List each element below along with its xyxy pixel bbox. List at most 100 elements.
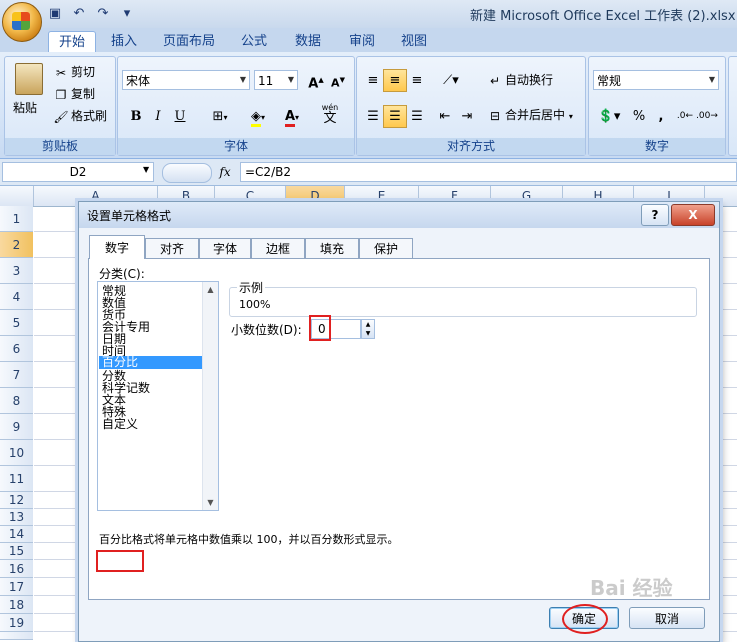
currency-icon[interactable]: 💲▾ — [593, 105, 625, 128]
spin-down-icon[interactable]: ▼ — [366, 330, 371, 337]
phonetic-button[interactable]: wén 文 — [314, 101, 346, 131]
row-header[interactable]: 3 — [0, 258, 33, 284]
row-header[interactable]: 8 — [0, 388, 33, 414]
paste-icon[interactable] — [15, 63, 43, 95]
increase-decimal-icon[interactable]: .0← — [673, 105, 697, 128]
merge-center-button[interactable]: ⊟ 合并后居中 ▾ — [487, 105, 573, 125]
scroll-up-icon[interactable]: ▲ — [203, 282, 218, 297]
chevron-down-icon[interactable]: ▼ — [143, 165, 149, 174]
tab-formulas[interactable]: 公式 — [232, 31, 276, 52]
spin-up-icon[interactable]: ▲ — [366, 321, 371, 328]
align-right-icon[interactable]: ☰ — [405, 105, 429, 128]
underline-button[interactable]: U — [168, 105, 192, 128]
close-button[interactable]: X — [671, 204, 715, 226]
format-painter-button[interactable]: 🖌 格式刷 — [53, 106, 107, 126]
italic-button[interactable]: I — [146, 105, 170, 128]
category-item-selected[interactable]: 百分比 — [99, 356, 205, 369]
merge-icon: ⊟ — [489, 108, 501, 123]
shrink-font-button[interactable]: A▼ — [326, 69, 350, 92]
number-format-combo[interactable]: 常规 ▼ — [593, 70, 719, 90]
row-header[interactable]: 15 — [0, 543, 33, 560]
category-scrollbar[interactable]: ▲ ▼ — [202, 282, 218, 510]
borders-button[interactable]: ⊞▾ — [204, 105, 236, 128]
undo-icon[interactable]: ↶ — [70, 5, 88, 23]
fill-color-button[interactable]: ◈▾ — [242, 105, 274, 128]
bold-button[interactable]: B — [124, 105, 148, 128]
row-header[interactable]: 7 — [0, 362, 33, 388]
row-header[interactable]: 9 — [0, 414, 33, 440]
tab-review[interactable]: 审阅 — [340, 31, 384, 52]
scroll-down-icon[interactable]: ▼ — [203, 495, 218, 510]
decrease-decimal-icon[interactable]: .00→ — [695, 105, 719, 128]
increase-indent-icon[interactable]: ⇥ — [455, 105, 479, 128]
select-all-corner[interactable] — [0, 186, 34, 206]
tab-view[interactable]: 视图 — [392, 31, 436, 52]
paste-button[interactable]: 粘贴 — [13, 99, 37, 116]
row-header[interactable]: 14 — [0, 526, 33, 543]
cancel-button[interactable]: 取消 — [629, 607, 705, 629]
row-header[interactable]: 19 — [0, 614, 33, 632]
copy-button[interactable]: ❐ 复制 — [53, 84, 95, 104]
align-middle-icon[interactable]: ≡ — [383, 69, 407, 92]
row-header[interactable]: 12 — [0, 492, 33, 509]
row-header[interactable]: 11 — [0, 466, 33, 492]
row-header[interactable]: 16 — [0, 560, 33, 578]
tab-home[interactable]: 开始 — [48, 31, 96, 53]
row-header[interactable]: 13 — [0, 509, 33, 526]
row-header[interactable]: 4 — [0, 284, 33, 310]
row-header[interactable]: 10 — [0, 440, 33, 466]
cut-button[interactable]: ✂ 剪切 — [53, 62, 95, 82]
help-button[interactable]: ? — [641, 204, 669, 226]
merge-label: 合并后居中 — [505, 108, 566, 122]
tab-border[interactable]: 边框 — [251, 238, 305, 258]
tab-protection[interactable]: 保护 — [359, 238, 413, 258]
row-header[interactable]: 5 — [0, 310, 33, 336]
font-size-combo[interactable]: 11 ▼ — [254, 70, 298, 90]
tab-fill[interactable]: 填充 — [305, 238, 359, 258]
office-button[interactable] — [2, 2, 42, 42]
row-header-selected[interactable]: 2 — [0, 232, 33, 258]
decimal-spinner[interactable]: ▲ ▼ — [361, 319, 375, 339]
tab-number[interactable]: 数字 — [89, 235, 145, 259]
redo-icon[interactable]: ↷ — [94, 5, 112, 23]
copy-label: 复制 — [71, 87, 96, 101]
font-name-combo[interactable]: 宋体 ▼ — [122, 70, 250, 90]
align-bottom-icon[interactable]: ≡ — [405, 69, 429, 92]
insert-function-button[interactable]: fx — [214, 162, 236, 182]
row-header[interactable]: 1 — [0, 206, 33, 232]
chevron-down-icon: ▼ — [239, 75, 247, 84]
name-box[interactable]: D2 — [2, 162, 154, 182]
category-list[interactable]: 常规 数值 货币 会计专用 日期 时间 百分比 分数 科学记数 文本 特殊 自定… — [97, 281, 219, 511]
copy-icon: ❐ — [55, 87, 67, 102]
grow-font-button[interactable]: A▲ — [304, 69, 328, 92]
wrap-text-button[interactable]: ↵ 自动换行 — [487, 70, 553, 90]
formula-input[interactable]: =C2/B2 — [240, 162, 737, 182]
tab-alignment[interactable]: 对齐 — [145, 238, 199, 258]
customize-qat-icon[interactable]: ▾ — [118, 5, 136, 23]
save-icon[interactable]: ▣ — [46, 5, 64, 23]
dialog-title-bar[interactable] — [79, 202, 719, 228]
tab-insert[interactable]: 插入 — [102, 31, 146, 52]
row-header[interactable]: 6 — [0, 336, 33, 362]
row-header[interactable]: 18 — [0, 596, 33, 614]
percent-button[interactable]: % — [627, 105, 651, 128]
tab-font[interactable]: 字体 — [199, 238, 251, 258]
decimal-places-label: 小数位数(D): — [231, 323, 302, 337]
row-header-partial[interactable] — [0, 632, 33, 640]
font-color-button[interactable]: A▾ — [276, 105, 308, 128]
align-top-icon[interactable]: ≡ — [361, 69, 385, 92]
tab-data[interactable]: 数据 — [286, 31, 330, 52]
office-logo-icon — [12, 12, 30, 30]
orientation-icon[interactable]: ⟋▾ — [435, 69, 467, 92]
number-group: 常规 ▼ 💲▾ % , .0← .00→ 数字 — [588, 56, 726, 156]
comma-button[interactable]: , — [649, 105, 673, 128]
tab-page-layout[interactable]: 页面布局 — [156, 31, 222, 52]
decrease-indent-icon[interactable]: ⇤ — [433, 105, 457, 128]
align-center-icon[interactable]: ☰ — [383, 105, 407, 128]
align-left-icon[interactable]: ☰ — [361, 105, 385, 128]
window-title: 新建 Microsoft Office Excel 工作表 (2).xlsx -… — [470, 9, 737, 24]
category-item[interactable]: 自定义 — [102, 418, 138, 431]
row-header[interactable]: 17 — [0, 578, 33, 596]
phonetic-char: 文 — [323, 111, 337, 126]
ribbon-tab-bar: 开始 插入 页面布局 公式 数据 审阅 视图 — [0, 28, 737, 53]
